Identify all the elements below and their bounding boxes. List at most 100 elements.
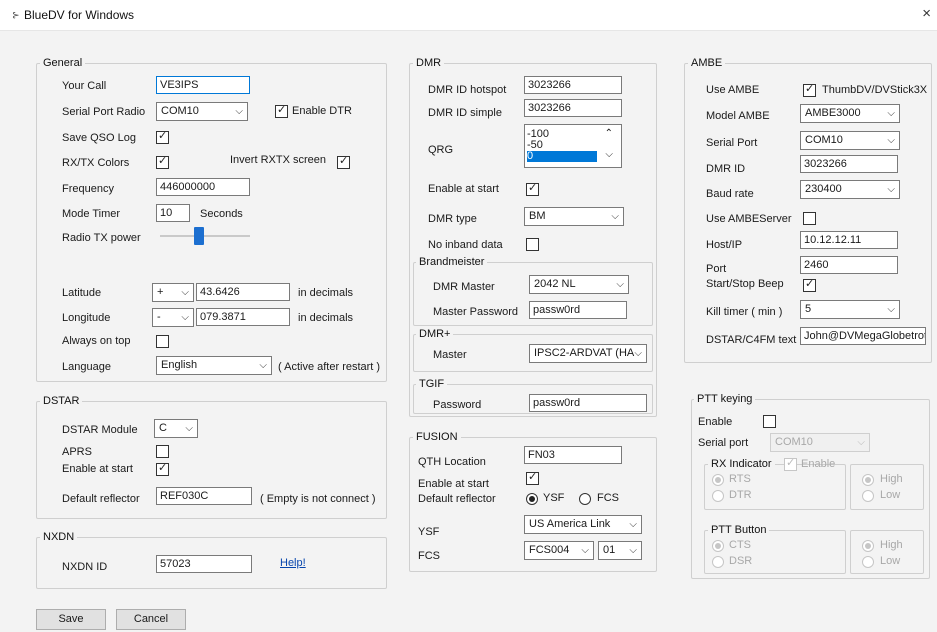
fcs-room-select[interactable]: 01 ⌵ <box>598 541 642 560</box>
slider-thumb[interactable] <box>194 227 204 245</box>
dtr-label: DTR <box>729 489 752 501</box>
fusion-enable-checkbox[interactable]: ✓ <box>526 471 539 485</box>
invert-rxtx-label: Invert RXTX screen <box>230 154 326 166</box>
baud-rate-select[interactable]: 230400 ⌵ <box>800 180 900 199</box>
ambe-serial-port-select[interactable]: COM10 ⌵ <box>800 131 900 150</box>
ysf-select[interactable]: US America Link ⌵ <box>524 515 642 534</box>
tgif-password-input[interactable]: passw0rd <box>529 394 647 412</box>
fcs-label: FCS <box>418 550 440 562</box>
your-call-input[interactable]: VE3IPS <box>156 76 250 94</box>
ptt-keying-title: PTT keying <box>694 393 756 405</box>
frequency-input[interactable]: 446000000 <box>156 178 250 196</box>
mode-timer-input[interactable]: 10 <box>156 204 190 222</box>
always-on-top-checkbox[interactable] <box>156 335 169 348</box>
aprs-checkbox[interactable] <box>156 445 169 458</box>
save-button[interactable]: Save <box>36 609 106 630</box>
qrg-listbox[interactable]: -100 -50 0 ⌃ ⌵ <box>524 124 622 168</box>
dmr-id-hotspot-input[interactable]: 3023266 <box>524 76 622 94</box>
qrg-label: QRG <box>428 144 454 156</box>
invert-rxtx-checkbox[interactable]: ✓ <box>337 155 350 169</box>
title-bar <box>0 0 937 31</box>
dstar-module-label: DSTAR Module <box>62 424 138 436</box>
kill-timer-label: Kill timer ( min ) <box>706 306 783 318</box>
check-icon: ✓ <box>805 83 815 95</box>
tgif-password-label: Password <box>433 399 482 411</box>
language-select[interactable]: English ⌵ <box>156 356 272 375</box>
fcs-select[interactable]: FCS004 ⌵ <box>524 541 594 560</box>
use-ambeserver-checkbox[interactable] <box>803 212 816 225</box>
ysf-radio[interactable] <box>526 493 538 505</box>
rx-indicator-title: RX Indicator <box>708 458 775 470</box>
chevron-down-icon: ⌵ <box>259 360 267 371</box>
chevron-down-icon[interactable]: ⌵ <box>605 149 613 160</box>
cancel-button[interactable]: Cancel <box>116 609 186 630</box>
chevron-down-icon: ⌵ <box>629 519 637 530</box>
check-icon: ✓ <box>158 130 168 142</box>
dstar-c4fm-text-label: DSTAR/C4FM text <box>706 334 797 346</box>
dmr-type-select[interactable]: BM ⌵ <box>524 207 624 226</box>
check-icon: ✓ <box>528 471 538 483</box>
ptt-serial-port-select: COM10 ⌵ <box>770 433 870 452</box>
enable-dtr-label: Enable DTR <box>292 105 352 117</box>
kill-timer-select[interactable]: 5 ⌵ <box>800 300 900 319</box>
chevron-down-icon: ⌵ <box>611 211 619 222</box>
check-icon: ✓ <box>158 155 168 167</box>
check-icon: ✓ <box>277 104 287 116</box>
latitude-input[interactable]: 43.6426 <box>196 283 290 301</box>
qrg-option[interactable]: -50 <box>527 140 597 151</box>
rxtx-colors-checkbox[interactable]: ✓ <box>156 155 169 169</box>
dstar-module-select[interactable]: C ⌵ <box>154 419 198 438</box>
dmr-enable-checkbox[interactable]: ✓ <box>526 182 539 196</box>
longitude-input[interactable]: 079.3871 <box>196 308 290 326</box>
dmr-id-simple-input[interactable]: 3023266 <box>524 99 622 117</box>
dstar-c4fm-text-input[interactable]: John@DVMegaGlobetrot <box>800 327 926 345</box>
frequency-label: Frequency <box>62 183 114 195</box>
longitude-label: Longitude <box>62 312 111 324</box>
nxdn-id-input[interactable]: 57023 <box>156 555 252 573</box>
master-password-input[interactable]: passw0rd <box>529 301 627 319</box>
qrg-option-selected[interactable]: 0 <box>527 151 597 162</box>
baud-rate-value: 230400 <box>805 183 842 195</box>
no-inband-label: No inband data <box>428 239 503 251</box>
slider-track <box>160 235 250 237</box>
qth-location-input[interactable]: FN03 <box>524 446 622 464</box>
latitude-sign-select[interactable]: + ⌵ <box>152 283 194 302</box>
chevron-down-icon: ⌵ <box>634 348 642 359</box>
dstar-reflector-input[interactable]: REF030C <box>156 487 252 505</box>
save-qso-log-checkbox[interactable]: ✓ <box>156 130 169 144</box>
use-ambe-checkbox[interactable]: ✓ <box>803 83 816 97</box>
model-ambe-select[interactable]: AMBE3000 ⌵ <box>800 104 900 123</box>
dmr-id-hotspot-label: DMR ID hotspot <box>428 84 507 96</box>
ambe-dmr-id-input[interactable]: 3023266 <box>800 155 898 173</box>
dstar-module-value: C <box>159 422 167 434</box>
serial-port-radio-select[interactable]: COM10 ⌵ <box>156 102 248 121</box>
help-link[interactable]: Help! <box>280 557 306 569</box>
longitude-sign-select[interactable]: - ⌵ <box>152 308 194 327</box>
brandmeister-title: Brandmeister <box>416 256 488 268</box>
chevron-down-icon: ⌵ <box>887 108 895 119</box>
dmr-type-label: DMR type <box>428 213 477 225</box>
ptt-low-radio <box>862 556 874 568</box>
no-inband-checkbox[interactable] <box>526 238 539 251</box>
ambe-port-input[interactable]: 2460 <box>800 256 898 274</box>
radio-tx-power-slider[interactable] <box>160 226 250 246</box>
close-icon[interactable]: × <box>922 5 931 22</box>
dstar-enable-checkbox[interactable]: ✓ <box>156 462 169 476</box>
chevron-down-icon: ⌵ <box>887 135 895 146</box>
chevron-up-icon[interactable]: ⌃ <box>605 128 613 139</box>
radio-dot <box>865 477 871 483</box>
check-icon: ✓ <box>158 462 168 474</box>
ptt-enable-checkbox[interactable] <box>763 415 776 428</box>
start-stop-beep-checkbox[interactable]: ✓ <box>803 278 816 292</box>
start-stop-beep-label: Start/Stop Beep <box>706 278 784 290</box>
chevron-down-icon: ⌵ <box>616 279 624 290</box>
host-ip-input[interactable]: 10.12.12.11 <box>800 231 898 249</box>
fusion-enable-label: Enable at start <box>418 478 489 490</box>
dmr-master-value: 2042 NL <box>534 278 576 290</box>
enable-dtr-checkbox[interactable]: ✓ <box>275 104 288 118</box>
fcs-radio[interactable] <box>579 493 591 505</box>
dsr-radio <box>712 556 724 568</box>
ptt-level-group <box>850 530 924 574</box>
dmr-master-select[interactable]: 2042 NL ⌵ <box>529 275 629 294</box>
dmrplus-master-select[interactable]: IPSC2-ARDVAT (HA ⌵ <box>529 344 647 363</box>
